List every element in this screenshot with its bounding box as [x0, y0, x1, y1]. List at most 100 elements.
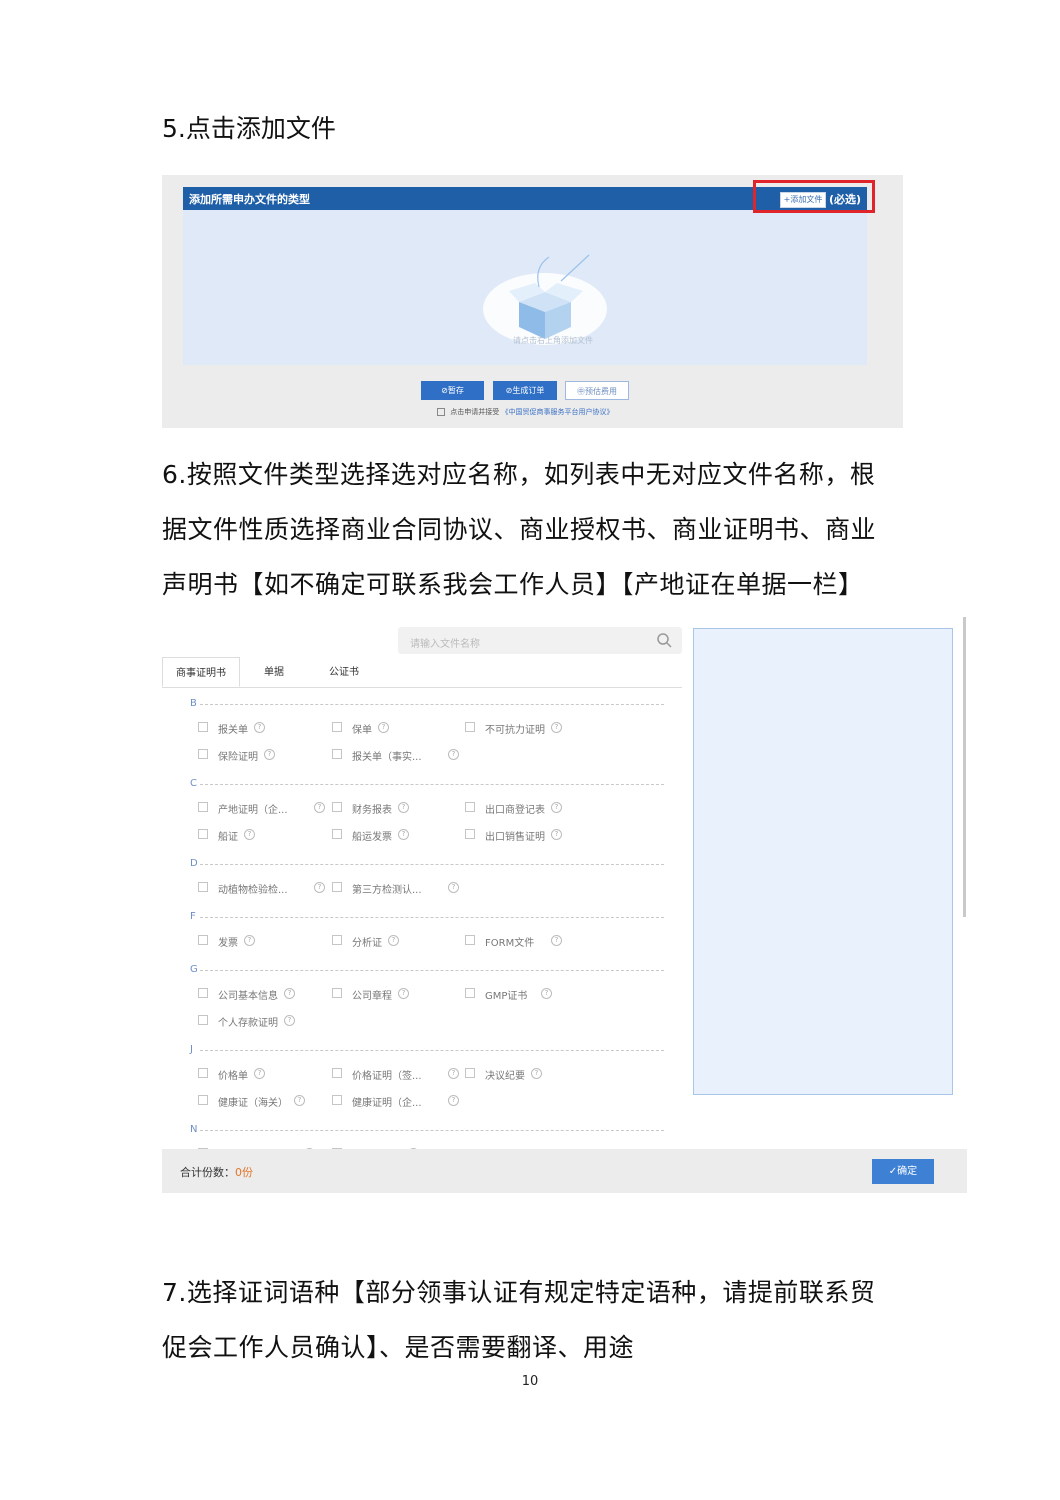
help-icon[interactable]: ? — [541, 988, 552, 999]
checkbox[interactable] — [198, 1068, 208, 1078]
group-letter: C — [190, 778, 197, 789]
group-n: N — [190, 1124, 664, 1137]
file-type-label: 健康证明（企... — [352, 1098, 422, 1109]
file-type-label: 产地证明（企... — [218, 805, 288, 816]
add-file-screenshot: 添加所需申办文件的类型 请点击右上角添加文件 +添加文件 (必选) ⊘暂存 ⊘生… — [162, 175, 903, 428]
help-icon[interactable]: ? — [388, 935, 399, 946]
checkbox[interactable] — [332, 802, 342, 812]
save-draft-button[interactable]: ⊘暂存 — [421, 381, 484, 400]
checkbox[interactable] — [198, 1095, 208, 1105]
file-search-box[interactable]: 请输入文件名称 — [398, 627, 682, 654]
help-icon[interactable]: ? — [448, 1068, 459, 1079]
file-type-label: 保单 — [352, 725, 372, 736]
help-icon[interactable]: ? — [448, 749, 459, 760]
file-type-label: 价格单 — [218, 1071, 248, 1082]
checkbox[interactable] — [198, 1015, 208, 1025]
help-icon[interactable]: ? — [448, 882, 459, 893]
checkbox[interactable] — [465, 935, 475, 945]
help-icon[interactable]: ? — [314, 882, 325, 893]
search-icon[interactable] — [656, 632, 672, 648]
step7-line-2: 促会工作人员确认】、是否需要翻译、用途 — [162, 1333, 635, 1362]
file-type-label: 报关单（事实... — [352, 752, 422, 763]
checkbox[interactable] — [332, 829, 342, 839]
checkbox[interactable] — [332, 882, 342, 892]
empty-hint: 请点击右上角添加文件 — [513, 336, 593, 345]
step6-line-1: 6.按照文件类型选择选对应名称，如列表中无对应文件名称，根 — [162, 460, 876, 489]
total-label: 合计份数： — [180, 1166, 235, 1179]
checkbox[interactable] — [332, 749, 342, 759]
help-icon[interactable]: ? — [398, 802, 409, 813]
help-icon[interactable]: ? — [551, 722, 562, 733]
tab-commercial-certificate[interactable]: 商事证明书 — [162, 657, 240, 687]
agreement-checkbox[interactable] — [437, 408, 445, 416]
file-type-label: 不可抗力证明 — [485, 725, 545, 736]
checkbox[interactable] — [332, 1095, 342, 1105]
group-c: C — [190, 778, 664, 791]
file-type-label: FORM文件 — [485, 938, 535, 949]
help-icon[interactable]: ? — [398, 988, 409, 999]
help-icon[interactable]: ? — [551, 802, 562, 813]
checkbox[interactable] — [465, 829, 475, 839]
checkbox[interactable] — [465, 802, 475, 812]
add-file-button[interactable]: +添加文件 — [780, 192, 826, 208]
checkbox[interactable] — [332, 988, 342, 998]
help-icon[interactable]: ? — [254, 722, 265, 733]
file-type-list: B 报关单? 保单? 不可抗力证明? 保险证明? 报关单（事实...? C 产地证明（企...… — [162, 689, 682, 1149]
group-divider — [200, 1050, 664, 1051]
empty-box-icon — [483, 254, 607, 345]
checkbox[interactable] — [465, 988, 475, 998]
help-icon[interactable]: ? — [398, 829, 409, 840]
group-letter: B — [190, 698, 197, 709]
checkbox[interactable] — [465, 722, 475, 732]
help-icon[interactable]: ? — [551, 935, 562, 946]
checkbox[interactable] — [332, 935, 342, 945]
agreement-text: 点击申请并接受 — [450, 408, 500, 416]
tab-documents[interactable]: 单据 — [244, 657, 304, 687]
help-icon[interactable]: ? — [244, 829, 255, 840]
estimate-fee-button[interactable]: ㊥预估费用 — [565, 381, 629, 400]
file-type-label: 出口商登记表 — [485, 805, 545, 816]
checkbox[interactable] — [198, 749, 208, 759]
help-icon[interactable]: ? — [448, 1095, 459, 1106]
generate-order-button[interactable]: ⊘生成订单 — [493, 381, 557, 400]
checkbox[interactable] — [198, 802, 208, 812]
help-icon[interactable]: ? — [284, 988, 295, 999]
help-icon[interactable]: ? — [244, 935, 255, 946]
checkbox[interactable] — [198, 882, 208, 892]
group-divider — [200, 917, 664, 918]
group-letter: F — [190, 911, 196, 922]
help-icon[interactable]: ? — [314, 802, 325, 813]
file-type-label: 出口销售证明 — [485, 832, 545, 843]
file-type-panel: 添加所需申办文件的类型 请点击右上角添加文件 — [183, 187, 867, 365]
group-divider — [200, 864, 664, 865]
group-letter: N — [190, 1124, 198, 1135]
agreement-link[interactable]: 《中国贸促商事服务平台用户协议》 — [501, 408, 613, 416]
total-value: 0份 — [235, 1166, 253, 1179]
help-icon[interactable]: ? — [378, 722, 389, 733]
file-type-label: 发票 — [218, 938, 238, 949]
help-icon[interactable]: ? — [551, 829, 562, 840]
checkbox[interactable] — [198, 988, 208, 998]
file-type-label: 决议纪要 — [485, 1071, 525, 1082]
file-type-label: 报关单 — [218, 725, 248, 736]
group-j: J — [190, 1044, 664, 1057]
scrollbar[interactable] — [963, 617, 966, 917]
help-icon[interactable]: ? — [254, 1068, 265, 1079]
checkbox[interactable] — [198, 722, 208, 732]
tab-notarial-certificate[interactable]: 公证书 — [312, 657, 376, 687]
help-icon[interactable]: ? — [294, 1095, 305, 1106]
selected-files-panel — [693, 628, 953, 1095]
file-type-label: 第三方检测认... — [352, 885, 422, 896]
checkbox[interactable] — [198, 829, 208, 839]
help-icon[interactable]: ? — [531, 1068, 542, 1079]
file-type-label: 船运发票 — [352, 832, 392, 843]
help-icon[interactable]: ? — [264, 749, 275, 760]
checkbox[interactable] — [332, 1068, 342, 1078]
checkbox[interactable] — [465, 1068, 475, 1078]
confirm-button[interactable]: ✓确定 — [872, 1159, 934, 1184]
help-icon[interactable]: ? — [284, 1015, 295, 1026]
group-divider — [200, 970, 664, 971]
checkbox[interactable] — [332, 722, 342, 732]
checkbox[interactable] — [198, 935, 208, 945]
group-letter: D — [190, 858, 198, 869]
